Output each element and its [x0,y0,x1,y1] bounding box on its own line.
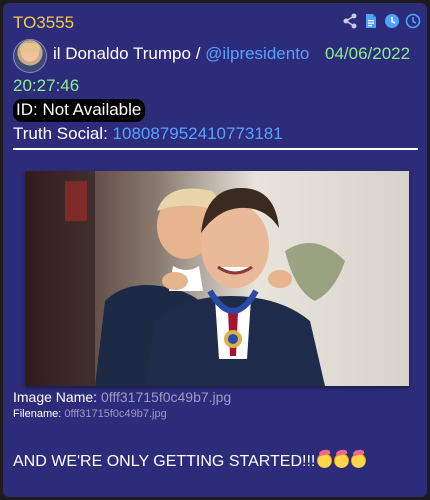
post-id: TO3555 [13,13,75,32]
partying-face-emoji-icon [351,453,367,468]
image-name-label: Image Name: [13,389,98,405]
post-message-text: AND WE'RE ONLY GETTING STARTED!!! [13,453,316,470]
post-image[interactable] [25,171,409,386]
avatar[interactable] [13,39,47,73]
author-name[interactable]: il Donaldo Trumpo [53,44,191,63]
image-name-value: 0fff31715f0c49b7.jpg [100,389,232,405]
share-icon[interactable] [342,13,358,29]
partying-face-emoji-icon [334,453,350,468]
post-time: 20:27:46 [13,76,80,95]
truth-social-row: Truth Social: 108087952410773181 [13,124,283,144]
post-card: TO3555 il Donaldo Trumpo / @ilpresidento [3,3,427,497]
partying-face-emoji-icon [317,453,333,468]
author-handle[interactable]: @ilpresidento [205,44,309,63]
clock-icon[interactable] [405,13,421,29]
post-message: AND WE'RE ONLY GETTING STARTED!!! [13,453,367,471]
document-icon[interactable] [363,13,379,29]
post-image-illustration [25,171,409,386]
truth-social-id-link[interactable]: 108087952410773181 [113,124,283,143]
truth-social-label: Truth Social: [13,124,108,143]
post-date: 04/06/2022 [325,44,411,63]
id-badge: ID: Not Available [13,99,146,122]
post-actions [342,13,421,29]
clock-icon[interactable] [384,13,400,29]
filename-label: Filename: [13,408,62,420]
author-separator: / [195,44,201,63]
divider [13,148,418,150]
image-name-row: Image Name: 0fff31715f0c49b7.jpg [13,389,231,405]
author-line: il Donaldo Trumpo / @ilpresidento [53,44,309,64]
filename-value: 0fff31715f0c49b7.jpg [64,408,167,420]
filename-row: Filename: 0fff31715f0c49b7.jpg [13,408,167,420]
